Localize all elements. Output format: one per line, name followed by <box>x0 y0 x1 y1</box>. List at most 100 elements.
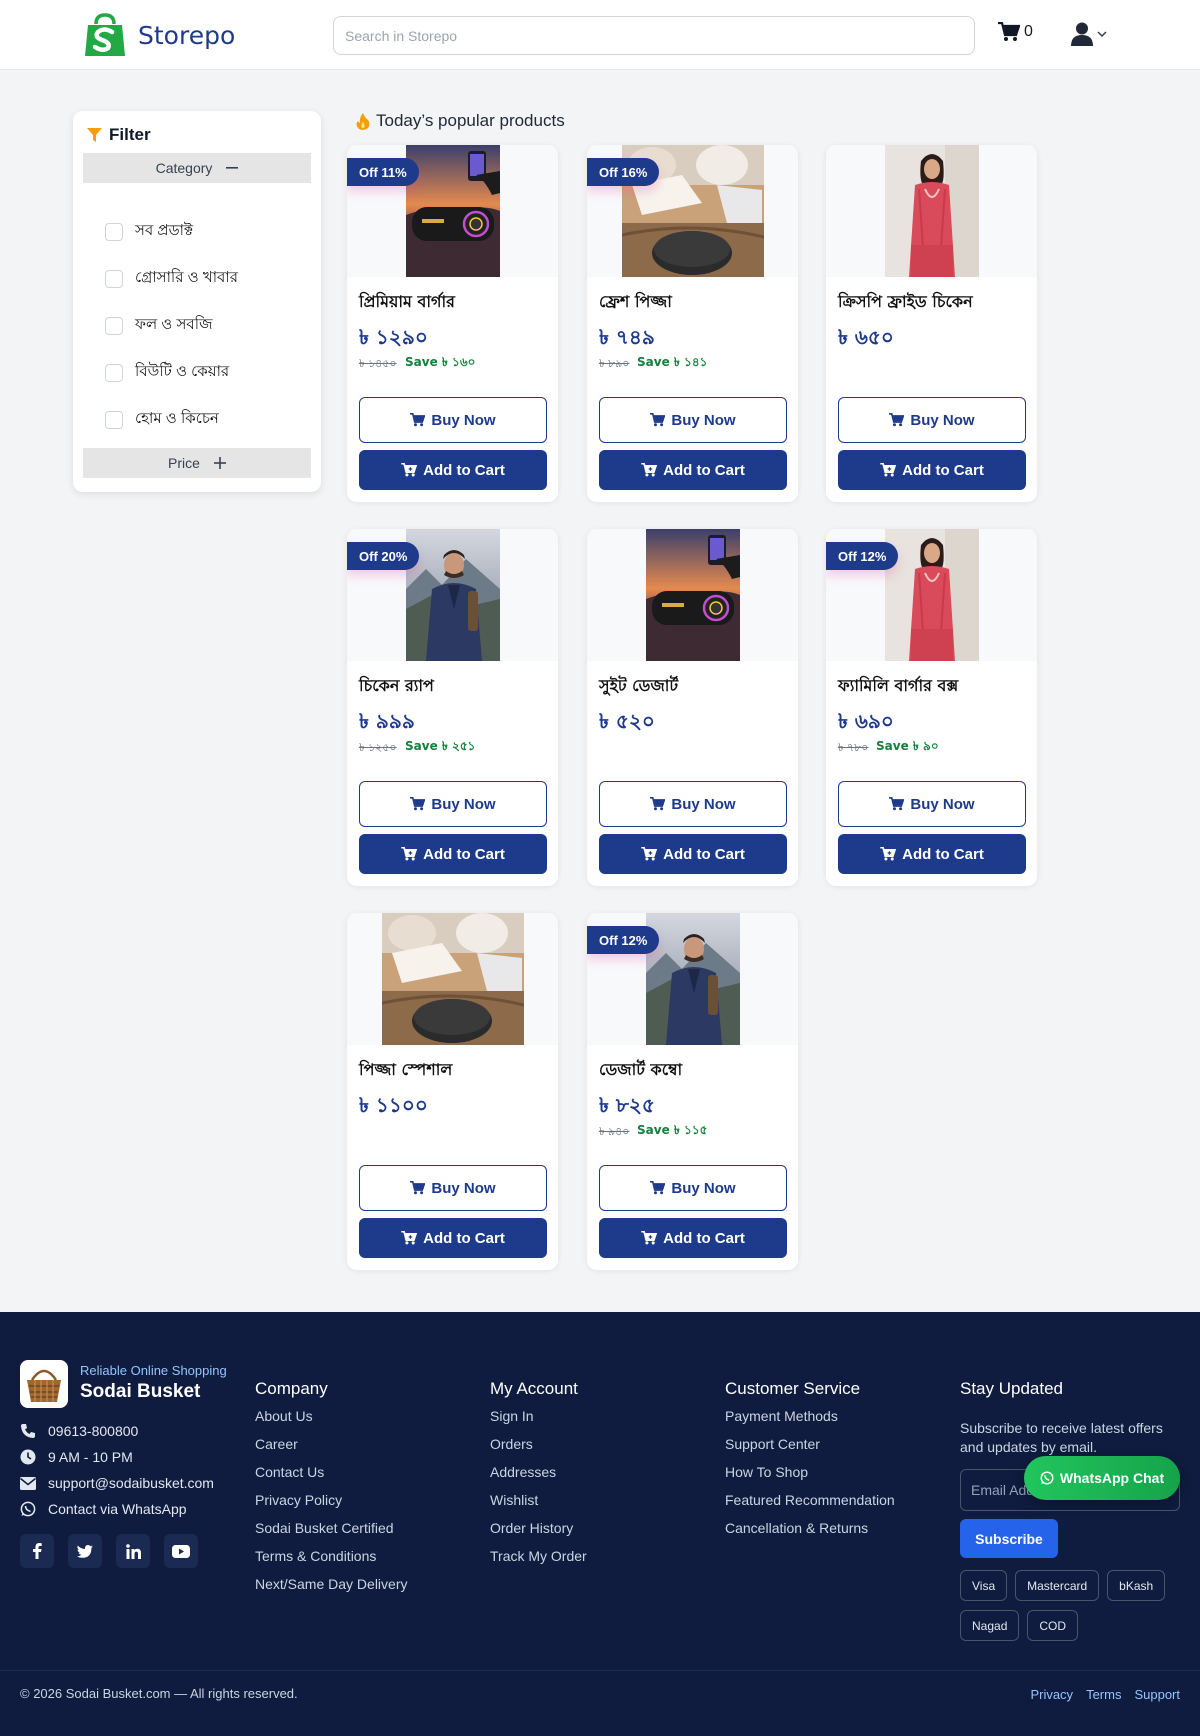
footer-link[interactable]: Privacy Policy <box>255 1492 408 1520</box>
buy-now-button[interactable]: Buy Now <box>599 1165 787 1211</box>
linkedin-icon[interactable] <box>116 1534 150 1568</box>
product-price: ৳ ১১০০ <box>359 1093 428 1117</box>
product-name[interactable]: ফ্যামিলি বার্গার বক্স <box>838 673 958 700</box>
buy-now-button[interactable]: Buy Now <box>359 1165 547 1211</box>
footer-link[interactable]: Orders <box>490 1436 587 1464</box>
support-link[interactable]: Support <box>1134 1687 1180 1702</box>
footer-link[interactable]: Sodai Busket Certified <box>255 1520 408 1548</box>
product-image[interactable] <box>885 529 979 662</box>
add-to-cart-button[interactable]: Add to Cart <box>599 834 787 874</box>
category-label: Category <box>155 160 213 176</box>
footer-link[interactable]: Next/Same Day Delivery <box>255 1576 408 1604</box>
product-image[interactable] <box>646 913 740 1045</box>
footer-link[interactable]: Career <box>255 1436 408 1464</box>
buy-now-button[interactable]: Buy Now <box>599 781 787 827</box>
footer-link[interactable]: Contact Us <box>255 1464 408 1492</box>
product-name[interactable]: ফ্রেশ পিজ্জা <box>599 289 672 316</box>
original-price: ৳ ৭৮০ <box>838 741 869 754</box>
product-image[interactable] <box>381 913 525 1045</box>
discount-badge: Off 12% <box>826 542 899 570</box>
footer-link[interactable]: Terms & Conditions <box>255 1548 408 1576</box>
category-option[interactable]: ফল ও সবজি <box>105 302 238 349</box>
discount-badge: Off 20% <box>347 542 420 570</box>
contact-email[interactable]: support@sodaibusket.com <box>20 1470 214 1496</box>
category-option[interactable]: সব প্রডাক্ট <box>105 208 238 255</box>
whatsapp-chat-button[interactable]: WhatsApp Chat <box>1024 1456 1180 1500</box>
product-card[interactable]: ক্রিসপি ফ্রাইড চিকেন ৳ ৬৫০ Buy Now Add to C… <box>826 145 1037 502</box>
subscribe-button[interactable]: Subscribe <box>960 1519 1058 1558</box>
add-to-cart-button[interactable]: Add to Cart <box>359 450 547 490</box>
buy-now-button[interactable]: Buy Now <box>838 781 1026 827</box>
privacy-link[interactable]: Privacy <box>1030 1687 1073 1702</box>
user-menu[interactable] <box>1071 22 1107 46</box>
logo[interactable]: Storepo <box>82 12 235 58</box>
price-accordion-header[interactable]: Price <box>83 448 311 478</box>
footer-link[interactable]: Addresses <box>490 1464 587 1492</box>
footer-link[interactable]: Featured Recommendation <box>725 1492 895 1520</box>
product-name[interactable]: সুইট ডেজার্ট <box>599 673 678 700</box>
footer-link[interactable]: Support Center <box>725 1436 895 1464</box>
add-to-cart-button[interactable]: Add to Cart <box>599 1218 787 1258</box>
buy-now-button[interactable]: Buy Now <box>838 397 1026 443</box>
category-checkbox[interactable] <box>105 316 123 335</box>
product-name[interactable]: চিকেন র‍্যাপ <box>359 673 434 700</box>
product-image[interactable] <box>406 145 500 277</box>
category-accordion-header[interactable]: Category <box>83 153 311 183</box>
contact-phone[interactable]: 09613-800800 <box>20 1418 214 1444</box>
youtube-icon[interactable] <box>164 1534 198 1568</box>
terms-link[interactable]: Terms <box>1086 1687 1121 1702</box>
cart-button[interactable]: 0 <box>998 22 1033 42</box>
payment-badge: COD <box>1027 1610 1079 1641</box>
cart-icon <box>889 797 905 811</box>
footer-link[interactable]: Cancellation & Returns <box>725 1520 895 1548</box>
search-input[interactable] <box>333 16 975 55</box>
product-image[interactable] <box>406 529 500 661</box>
category-option[interactable]: বিউটি ও কেয়ার <box>105 349 238 396</box>
add-to-cart-icon <box>641 847 658 861</box>
facebook-icon[interactable] <box>20 1534 54 1568</box>
footer-link[interactable]: Order History <box>490 1520 587 1548</box>
payment-badge: bKash <box>1107 1570 1166 1601</box>
category-checkbox[interactable] <box>105 363 123 382</box>
footer-link[interactable]: How To Shop <box>725 1464 895 1492</box>
add-to-cart-button[interactable]: Add to Cart <box>838 834 1026 874</box>
add-to-cart-button[interactable]: Add to Cart <box>359 834 547 874</box>
add-to-cart-icon <box>641 1231 658 1245</box>
newsletter-block: Stay Updated Subscribe to receive latest… <box>960 1379 1180 1457</box>
product-card[interactable]: Off 12% ফ্যামিলি বার্গার বক্স ৳ ৬৯০ ৳ ৭৮০ Sa… <box>826 529 1037 886</box>
discount-badge: Off 11% <box>347 158 419 186</box>
buy-now-button[interactable]: Buy Now <box>359 781 547 827</box>
add-to-cart-button[interactable]: Add to Cart <box>599 450 787 490</box>
category-checkbox[interactable] <box>105 222 123 241</box>
twitter-icon[interactable] <box>68 1534 102 1568</box>
add-to-cart-button[interactable]: Add to Cart <box>359 1218 547 1258</box>
product-image-area <box>587 529 798 661</box>
add-to-cart-button[interactable]: Add to Cart <box>838 450 1026 490</box>
contact-list: 09613-800800 9 AM - 10 PM support@sodaib… <box>20 1418 214 1522</box>
product-image[interactable] <box>646 529 740 661</box>
category-option[interactable]: হোম ও কিচেন <box>105 396 238 443</box>
buy-now-button[interactable]: Buy Now <box>599 397 787 443</box>
footer-link[interactable]: Wishlist <box>490 1492 587 1520</box>
product-card[interactable]: পিজ্জা স্পেশাল ৳ ১১০০ Buy Now Add to Cart <box>347 913 558 1270</box>
product-name[interactable]: প্রিমিয়াম বার্গার <box>359 289 455 316</box>
category-checkbox[interactable] <box>105 410 123 429</box>
product-card[interactable]: Off 16% ফ্রেশ পিজ্জা ৳ ৭৪৯ ৳ ৮৯০ Save ৳ ১৪১ B… <box>587 145 798 502</box>
product-name[interactable]: পিজ্জা স্পেশাল <box>359 1057 452 1084</box>
product-image[interactable] <box>885 145 979 278</box>
footer-link[interactable]: Sign In <box>490 1408 587 1436</box>
product-card[interactable]: Off 12% ডেজার্ট কম্বো ৳ ৮২৫ ৳ ৯৪০ Save ৳ ১১৫… <box>587 913 798 1270</box>
contact-whatsapp[interactable]: Contact via WhatsApp <box>20 1496 214 1522</box>
footer-link[interactable]: Payment Methods <box>725 1408 895 1436</box>
payment-methods: Visa Mastercard bKash Nagad COD <box>960 1570 1180 1641</box>
category-checkbox[interactable] <box>105 269 123 288</box>
category-option[interactable]: গ্রোসারি ও খাবার <box>105 255 238 302</box>
product-card[interactable]: Off 20% চিকেন র‍্যাপ ৳ ৯৯৯ ৳ ১২৫০ Save ৳ ২৫১… <box>347 529 558 886</box>
product-name[interactable]: ক্রিসপি ফ্রাইড চিকেন <box>838 289 973 316</box>
buy-now-button[interactable]: Buy Now <box>359 397 547 443</box>
footer-link[interactable]: About Us <box>255 1408 408 1436</box>
footer-link[interactable]: Track My Order <box>490 1548 587 1576</box>
product-card[interactable]: সুইট ডেজার্ট ৳ ৫২০ Buy Now Add to Cart <box>587 529 798 886</box>
product-name[interactable]: ডেজার্ট কম্বো <box>599 1057 682 1084</box>
product-card[interactable]: Off 11% প্রিমিয়াম বার্গার ৳ ১২৯০ ৳ ১৪৫০ Sav… <box>347 145 558 502</box>
